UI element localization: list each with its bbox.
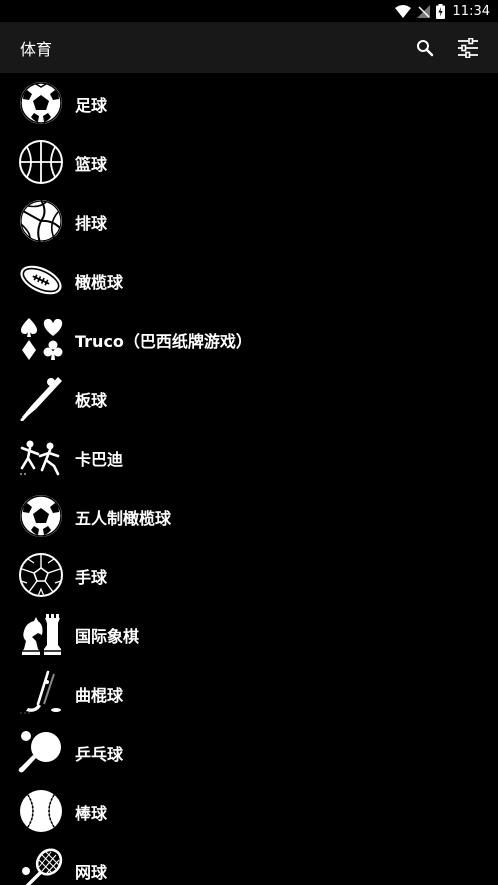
page-title: 体育 <box>20 40 53 59</box>
list-item-hockey[interactable]: 曲棍球 <box>0 663 498 722</box>
tennis-racket-icon <box>18 847 64 885</box>
list-item-table-tennis[interactable]: 乒乓球 <box>0 722 498 781</box>
list-item-handball[interactable]: 手球 <box>0 545 498 604</box>
list-item-label: 手球 <box>75 568 108 587</box>
list-item-label: 板球 <box>75 391 108 410</box>
list-item-label: Truco（巴西纸牌游戏） <box>75 332 252 351</box>
soccer-ball-icon <box>18 80 64 126</box>
cricket-bat-icon <box>18 375 64 421</box>
basketball-icon <box>18 139 64 185</box>
handball-icon <box>18 552 64 598</box>
table-tennis-icon <box>18 729 64 775</box>
list-item-label: 卡巴迪 <box>75 450 124 469</box>
list-item-truco[interactable]: Truco（巴西纸牌游戏） <box>0 309 498 368</box>
list-item-baseball[interactable]: 棒球 <box>0 781 498 840</box>
chess-icon <box>18 611 64 657</box>
list-item-label: 篮球 <box>75 155 108 174</box>
list-item-label: 乒乓球 <box>75 745 124 764</box>
list-item-tennis[interactable]: 网球 <box>0 840 498 885</box>
list-item-label: 五人制橄榄球 <box>75 509 172 528</box>
list-item-label: 国际象棋 <box>75 627 140 646</box>
no-signal-icon <box>416 4 430 18</box>
sports-list: 足球 篮球 排球 橄榄球 Truco（巴西纸牌游戏） 板球 卡巴迪 五人制橄榄球… <box>0 73 498 885</box>
status-bar: 11:34 <box>0 0 498 22</box>
baseball-icon <box>18 788 64 834</box>
status-time: 11:34 <box>452 3 490 19</box>
list-item-label: 排球 <box>75 214 108 233</box>
hockey-stick-icon <box>18 670 64 716</box>
wifi-icon <box>394 4 411 18</box>
list-item-soccer[interactable]: 足球 <box>0 73 498 132</box>
list-item-futsal[interactable]: 五人制橄榄球 <box>0 486 498 545</box>
search-icon <box>417 40 434 57</box>
app-bar: 体育 <box>0 22 498 73</box>
futsal-ball-icon <box>18 493 64 539</box>
rugby-ball-icon <box>18 257 64 303</box>
list-item-cricket[interactable]: 板球 <box>0 368 498 427</box>
volleyball-icon <box>18 198 64 244</box>
sliders-icon <box>458 38 478 58</box>
list-item-chess[interactable]: 国际象棋 <box>0 604 498 663</box>
list-item-label: 足球 <box>75 96 108 115</box>
battery-charging-icon <box>435 3 445 19</box>
list-item-volleyball[interactable]: 排球 <box>0 191 498 250</box>
list-item-basketball[interactable]: 篮球 <box>0 132 498 191</box>
card-suits-icon <box>18 316 64 362</box>
kabaddi-icon <box>18 434 64 480</box>
list-item-label: 曲棍球 <box>75 686 124 705</box>
list-item-label: 橄榄球 <box>75 273 124 292</box>
filter-button[interactable] <box>455 35 481 61</box>
search-button[interactable] <box>412 35 438 61</box>
list-item-rugby[interactable]: 橄榄球 <box>0 250 498 309</box>
list-item-kabaddi[interactable]: 卡巴迪 <box>0 427 498 486</box>
list-item-label: 网球 <box>75 863 108 882</box>
list-item-label: 棒球 <box>75 804 108 823</box>
